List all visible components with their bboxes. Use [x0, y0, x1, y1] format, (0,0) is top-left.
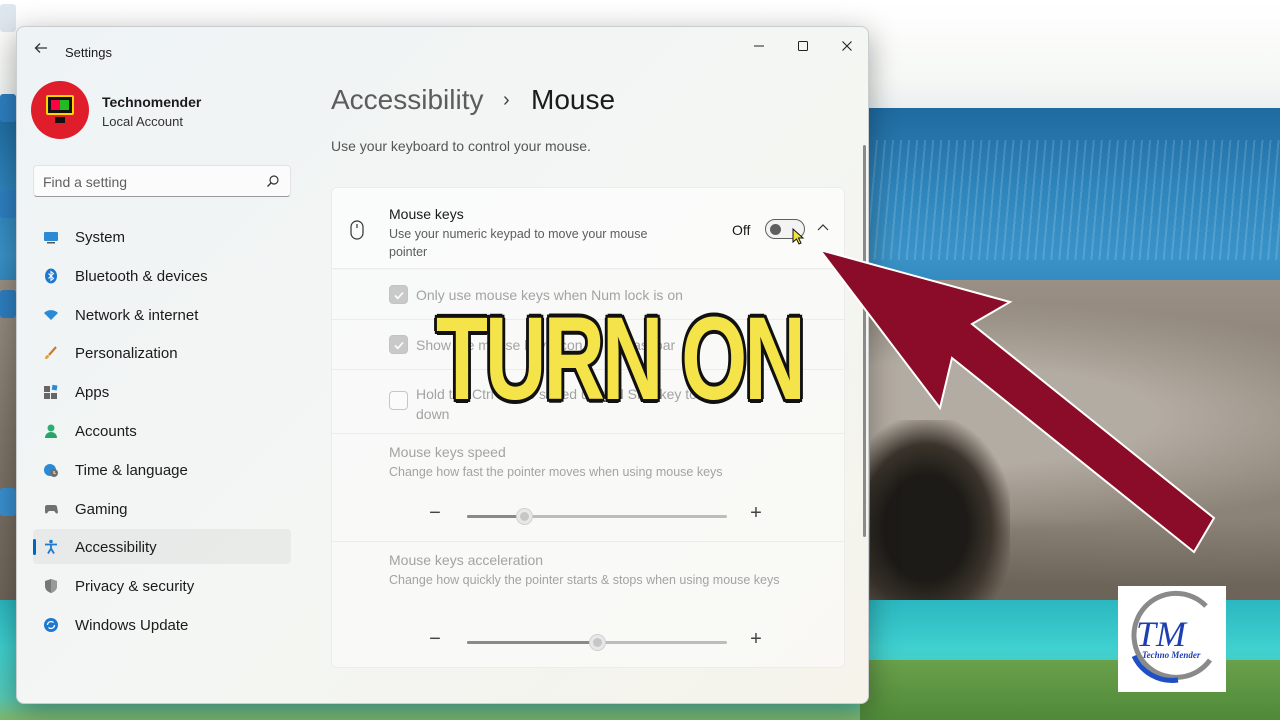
- update-icon: [44, 617, 58, 632]
- close-icon[interactable]: [827, 33, 867, 61]
- brush-icon: [45, 346, 57, 360]
- search-input[interactable]: [43, 172, 253, 192]
- breadcrumb-parent[interactable]: Accessibility: [331, 84, 483, 116]
- speed-slider-track[interactable]: [467, 509, 727, 524]
- acceleration-slider-fill: [467, 641, 597, 644]
- bluetooth-icon: [45, 268, 57, 284]
- red-arrow-graphic: [817, 248, 1216, 554]
- speed-slider-row: Mouse keys speed Change how fast the poi…: [331, 434, 845, 542]
- logo-graphic: TM Techno Mender: [1131, 590, 1213, 683]
- sidebar-item-gaming[interactable]: Gaming: [33, 491, 291, 526]
- techno-mender-logo: TM Techno Mender: [1118, 586, 1226, 692]
- profile-name: Technomender: [102, 94, 202, 110]
- profile-account-type: Local Account: [102, 114, 183, 129]
- sidebar-item-label: Personalization: [75, 345, 178, 363]
- desktop-shortcut-icon[interactable]: [0, 290, 16, 318]
- svg-text:TM: TM: [1136, 614, 1188, 654]
- chevron-up-icon[interactable]: [816, 221, 830, 235]
- selection-indicator: [33, 539, 36, 556]
- monitor-stand: [55, 117, 65, 123]
- page-title: Mouse: [531, 84, 616, 115]
- recycle-bin-icon[interactable]: [0, 4, 16, 32]
- search-box[interactable]: [33, 165, 291, 197]
- increase-speed-button[interactable]: +: [748, 502, 764, 525]
- turn-on-overlay-text: TURN ON: [436, 293, 806, 425]
- sidebar-nav: System Bluetooth & devices Network & int…: [33, 219, 291, 646]
- page-description: Use your keyboard to control your mouse.: [331, 138, 591, 154]
- monitor-screen: [51, 100, 69, 110]
- maximize-icon[interactable]: [783, 33, 823, 61]
- desktop-shortcut-icon[interactable]: [0, 488, 16, 516]
- sidebar-item-label: Network & internet: [75, 306, 199, 324]
- sidebar-item-privacy-security[interactable]: Privacy & security: [33, 568, 291, 603]
- toggle-state-label: Off: [732, 222, 751, 238]
- increase-acceleration-button[interactable]: +: [748, 628, 764, 651]
- mouse-keys-title: Mouse keys: [389, 206, 464, 222]
- sidebar-item-label: Bluetooth & devices: [75, 267, 208, 285]
- checkmark-icon: [394, 291, 404, 300]
- svg-text:Techno Mender: Techno Mender: [1142, 650, 1201, 660]
- toggle-knob: [770, 224, 781, 235]
- mouse-icon: [350, 220, 364, 240]
- acceleration-description: Change how quickly the pointer starts & …: [389, 573, 780, 587]
- sidebar-item-label: Gaming: [75, 500, 128, 518]
- acceleration-slider-row: Mouse keys acceleration Change how quick…: [331, 542, 845, 668]
- desktop-icons-strip: [0, 0, 16, 720]
- sidebar-item-accessibility[interactable]: Accessibility: [33, 529, 291, 565]
- apps-icon: [44, 384, 58, 400]
- taskbar-checkbox[interactable]: [389, 335, 408, 354]
- desktop-shortcut-icon[interactable]: [0, 190, 16, 218]
- accessibility-icon: [45, 540, 57, 555]
- speed-title: Mouse keys speed: [389, 444, 506, 460]
- speed-description: Change how fast the pointer moves when u…: [389, 465, 723, 479]
- mouse-keys-card[interactable]: Mouse keys Use your numeric keypad to mo…: [331, 187, 845, 269]
- search-icon[interactable]: [266, 174, 280, 188]
- decrease-acceleration-button[interactable]: −: [427, 628, 443, 651]
- wifi-icon: [44, 309, 58, 320]
- minimize-icon[interactable]: [739, 33, 779, 61]
- acceleration-slider-thumb[interactable]: [590, 635, 605, 650]
- sidebar-item-label: Accounts: [75, 422, 137, 440]
- sidebar-item-system[interactable]: System: [33, 219, 291, 254]
- sidebar-item-label: System: [75, 229, 126, 246]
- breadcrumb-separator: ›: [503, 89, 510, 111]
- app-title: Settings: [65, 45, 112, 60]
- shield-icon: [45, 579, 57, 594]
- monitor-icon: [46, 95, 74, 115]
- sidebar-item-label: Privacy & security: [75, 578, 195, 596]
- mouse-cursor-icon: [792, 228, 805, 245]
- checkmark-icon: [394, 341, 404, 350]
- person-icon: [45, 424, 57, 438]
- sidebar-item-label: Windows Update: [75, 616, 189, 634]
- gamepad-icon: [45, 504, 58, 514]
- numlock-checkbox[interactable]: [389, 285, 408, 304]
- sidebar-item-label: Apps: [75, 384, 110, 402]
- acceleration-slider-track[interactable]: [467, 635, 727, 650]
- back-arrow-icon[interactable]: [31, 41, 51, 61]
- acceleration-title: Mouse keys acceleration: [389, 552, 544, 568]
- sidebar-item-network[interactable]: Network & internet: [33, 297, 291, 332]
- decrease-speed-button[interactable]: −: [427, 502, 443, 525]
- sidebar-item-windows-update[interactable]: Windows Update: [33, 607, 291, 642]
- mouse-keys-description: Use your numeric keypad to move your mou…: [389, 227, 648, 259]
- ctrl-shift-checkbox[interactable]: [389, 391, 408, 410]
- globe-clock-icon: [44, 463, 58, 477]
- desktop-shortcut-icon[interactable]: [0, 94, 16, 122]
- sidebar-item-personalization[interactable]: Personalization: [33, 335, 291, 370]
- speed-slider-fill: [467, 515, 524, 518]
- sidebar-item-label: Accessibility: [75, 539, 157, 557]
- sidebar-item-bluetooth[interactable]: Bluetooth & devices: [33, 258, 291, 293]
- avatar[interactable]: [31, 81, 89, 139]
- sidebar-item-apps[interactable]: Apps: [33, 374, 291, 409]
- speed-slider-thumb[interactable]: [517, 509, 532, 524]
- sidebar-item-accounts[interactable]: Accounts: [33, 413, 291, 448]
- system-icon: [44, 232, 58, 244]
- title-bar: Settings: [17, 27, 868, 75]
- sidebar-item-time-language[interactable]: Time & language: [33, 452, 291, 487]
- sidebar-item-label: Time & language: [75, 461, 188, 479]
